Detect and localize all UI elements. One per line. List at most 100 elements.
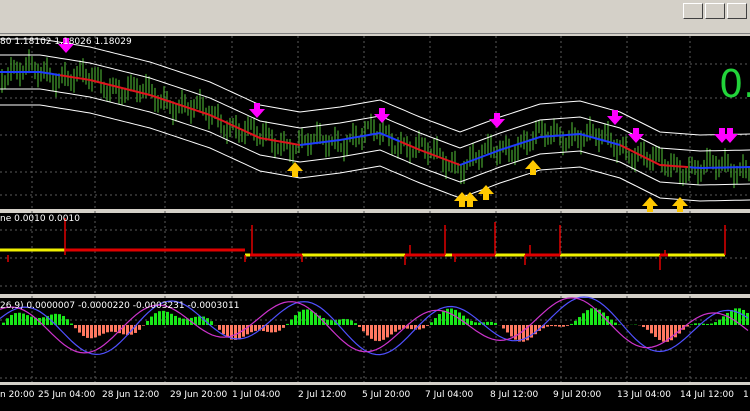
macd-histogram-bar: [106, 325, 109, 333]
macd-histogram-bar: [486, 321, 489, 325]
macd-histogram-bar: [102, 325, 105, 334]
macd-histogram-bar: [642, 325, 645, 328]
macd-histogram-bar: [722, 316, 725, 325]
macd-histogram-bar: [150, 316, 153, 325]
macd-histogram-bar: [434, 318, 437, 325]
macd-histogram-bar: [650, 325, 653, 334]
macd-histogram-bar: [570, 323, 573, 325]
macd-histogram-bar: [138, 325, 141, 330]
macd-histogram-bar: [170, 313, 173, 325]
time-axis-label: 9 Jul 20:00: [553, 390, 602, 400]
macd-histogram-bar: [378, 325, 381, 342]
macd-histogram-bar: [302, 309, 305, 325]
macd-histogram-bar: [182, 318, 185, 325]
macd-histogram-bar: [646, 325, 649, 330]
sell-arrow-icon: [374, 108, 390, 123]
macd-histogram-bar: [166, 311, 169, 325]
macd-histogram-bar: [386, 325, 389, 338]
macd-histogram-bar: [702, 323, 705, 325]
macd-histogram-bar: [506, 325, 509, 333]
macd-histogram-bar: [306, 309, 309, 325]
macd-histogram-bar: [78, 325, 81, 333]
panel-separator: [0, 382, 750, 385]
close-button[interactable]: [727, 3, 747, 19]
macd-histogram-bar: [266, 325, 269, 332]
macd-histogram-bar: [110, 325, 113, 332]
macd-histogram-bar: [290, 319, 293, 325]
macd-histogram-bar: [394, 325, 397, 332]
macd-histogram-bar: [574, 320, 577, 325]
buy-arrow-icon: [478, 185, 494, 200]
macd-histogram-bar: [430, 322, 433, 325]
minimize-button[interactable]: [683, 3, 703, 19]
macd-histogram-bar: [726, 312, 729, 325]
macd-histogram-bar: [154, 313, 157, 325]
panel-separator: [0, 209, 750, 213]
macd-histogram-bar: [438, 313, 441, 325]
macd-histogram-bar: [90, 325, 93, 339]
time-axis-label: 1: [743, 390, 749, 400]
macd-histogram-bar: [742, 309, 745, 325]
macd-histogram-bar: [674, 325, 677, 338]
time-axis-label: 14 Jul 12:00: [680, 390, 734, 400]
macd-histogram-bar: [442, 310, 445, 325]
macd-histogram-bar: [706, 323, 709, 325]
macd-histogram-bar: [586, 310, 589, 325]
macd-histogram-bar: [18, 312, 21, 325]
macd-histogram-bar: [222, 325, 225, 335]
time-axis-label: 2 Jul 12:00: [298, 390, 347, 400]
macd-histogram-bar: [278, 325, 281, 331]
maximize-button[interactable]: [705, 3, 725, 19]
chart-window[interactable]: n 20:00 25 Jun 04:00 28 Jun 12:00 29 Jun 20…: [0, 34, 750, 411]
macd-histogram-bar: [234, 325, 237, 340]
macd-histogram-bar: [558, 325, 561, 327]
panel-separator: [0, 34, 750, 36]
macd-histogram-bar: [450, 308, 453, 325]
macd-histogram-bar: [494, 322, 497, 325]
macd-histogram-bar: [426, 325, 429, 326]
macd-histogram-bar: [390, 325, 393, 335]
macd-histogram-bar: [346, 319, 349, 325]
macd-histogram-bar: [478, 322, 481, 325]
macd-histogram-bar: [142, 325, 145, 326]
macd-histogram-bar: [70, 323, 73, 325]
macd-histogram-bar: [74, 325, 77, 329]
macd-histogram-bar: [310, 310, 313, 325]
macd-histogram-bar: [274, 325, 277, 333]
moving-average-line: [619, 144, 689, 169]
macd-histogram-bar: [10, 314, 13, 325]
macd-histogram-bar: [58, 314, 61, 325]
macd-histogram-bar: [618, 324, 621, 325]
macd-histogram-bar: [654, 325, 657, 337]
macd-histogram-bar: [502, 325, 505, 329]
macd-histogram-bar: [410, 325, 413, 330]
main-chart-ohlc: 80 1.18102 1.18026 1.18029: [0, 37, 132, 47]
macd-histogram-bar: [546, 325, 549, 327]
time-axis-label: 1 Jul 04:00: [232, 390, 281, 400]
macd-histogram-bar: [470, 320, 473, 325]
indicator1-header: ne 0.0010 0.0010: [0, 214, 80, 224]
macd-histogram-bar: [590, 308, 593, 325]
macd-histogram-bar: [354, 323, 357, 325]
macd-histogram-bar: [370, 325, 373, 339]
macd-histogram-bar: [82, 325, 85, 336]
macd-histogram-bar: [382, 325, 385, 340]
macd-histogram-bar: [510, 325, 513, 337]
time-axis-label: 29 Jun 20:00: [170, 390, 227, 400]
time-axis-label: 28 Jun 12:00: [102, 390, 159, 400]
macd-histogram-bar: [162, 310, 165, 325]
macd-histogram-bar: [398, 325, 401, 330]
macd-histogram-bar: [210, 321, 213, 325]
moving-average-line: [689, 166, 750, 170]
macd-histogram-bar: [694, 323, 697, 325]
macd-histogram-bar: [6, 318, 9, 325]
moving-average-line: [0, 71, 61, 77]
sell-arrow-icon: [628, 128, 644, 143]
macd-histogram-bar: [286, 323, 289, 325]
macd-histogram-bar: [62, 315, 65, 325]
panel-separator: [0, 294, 750, 298]
chart-canvas[interactable]: n 20:00 25 Jun 04:00 28 Jun 12:00 29 Jun 20…: [0, 34, 750, 411]
macd-histogram-bar: [554, 325, 557, 327]
indicator2-header: 26,9) 0.0000007 -0.0000220 -0.0003231 -0…: [0, 301, 240, 311]
time-axis-label: n 20:00: [0, 390, 35, 400]
